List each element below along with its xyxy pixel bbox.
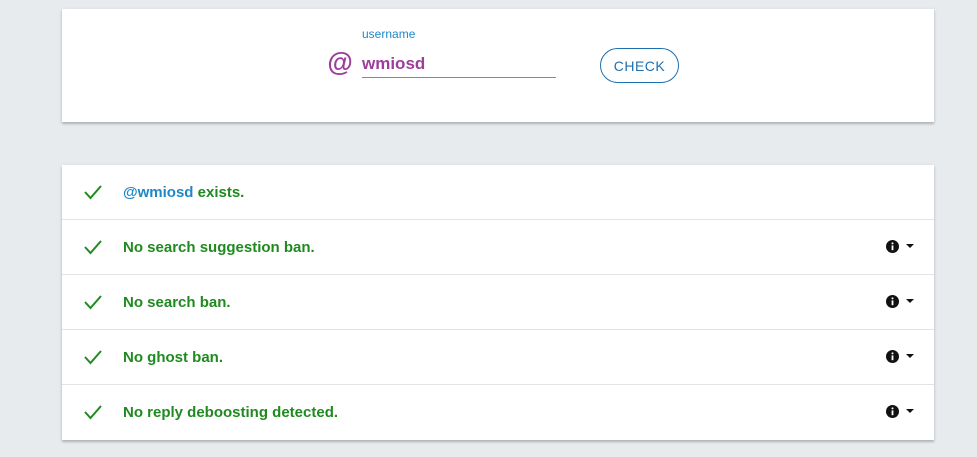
result-row-ghost-ban: No ghost ban.	[62, 330, 934, 385]
result-row-search-suggestion-ban: No search suggestion ban.	[62, 220, 934, 275]
caret-down-icon	[906, 244, 914, 248]
username-handle: @wmiosd	[123, 184, 194, 201]
info-dropdown-toggle[interactable]	[886, 347, 918, 367]
info-dropdown-toggle[interactable]	[886, 292, 918, 312]
result-text: No reply deboosting detected.	[123, 404, 339, 421]
caret-down-icon	[906, 409, 914, 413]
check-icon	[84, 185, 102, 200]
at-symbol: @	[327, 47, 353, 77]
check-icon	[84, 295, 102, 310]
username-field: username	[362, 27, 556, 78]
check-button[interactable]: CHECK	[600, 48, 679, 83]
result-text: No ghost ban.	[123, 349, 223, 366]
username-input[interactable]	[362, 51, 556, 78]
caret-down-icon	[906, 299, 914, 303]
info-dropdown-toggle[interactable]	[886, 402, 918, 422]
result-text: No search ban.	[123, 294, 231, 311]
caret-down-icon	[906, 354, 914, 358]
info-icon	[886, 240, 899, 253]
result-row-search-ban: No search ban.	[62, 275, 934, 330]
exists-text: exists.	[193, 184, 245, 201]
result-row-reply-deboosting: No reply deboosting detected.	[62, 385, 934, 440]
result-row-exists: @wmiosd exists.	[62, 165, 934, 220]
result-text-exists: @wmiosd exists.	[123, 184, 244, 201]
check-icon	[84, 240, 102, 255]
info-icon	[886, 405, 899, 418]
username-label: username	[362, 27, 416, 41]
check-icon	[84, 350, 102, 365]
info-dropdown-toggle[interactable]	[886, 237, 918, 257]
check-icon	[84, 405, 102, 420]
info-icon	[886, 350, 899, 363]
username-search-card: @ username CHECK	[62, 9, 934, 122]
results-card: @wmiosd exists. No search suggestion ban…	[62, 165, 934, 440]
result-text: No search suggestion ban.	[123, 239, 315, 256]
info-icon	[886, 295, 899, 308]
